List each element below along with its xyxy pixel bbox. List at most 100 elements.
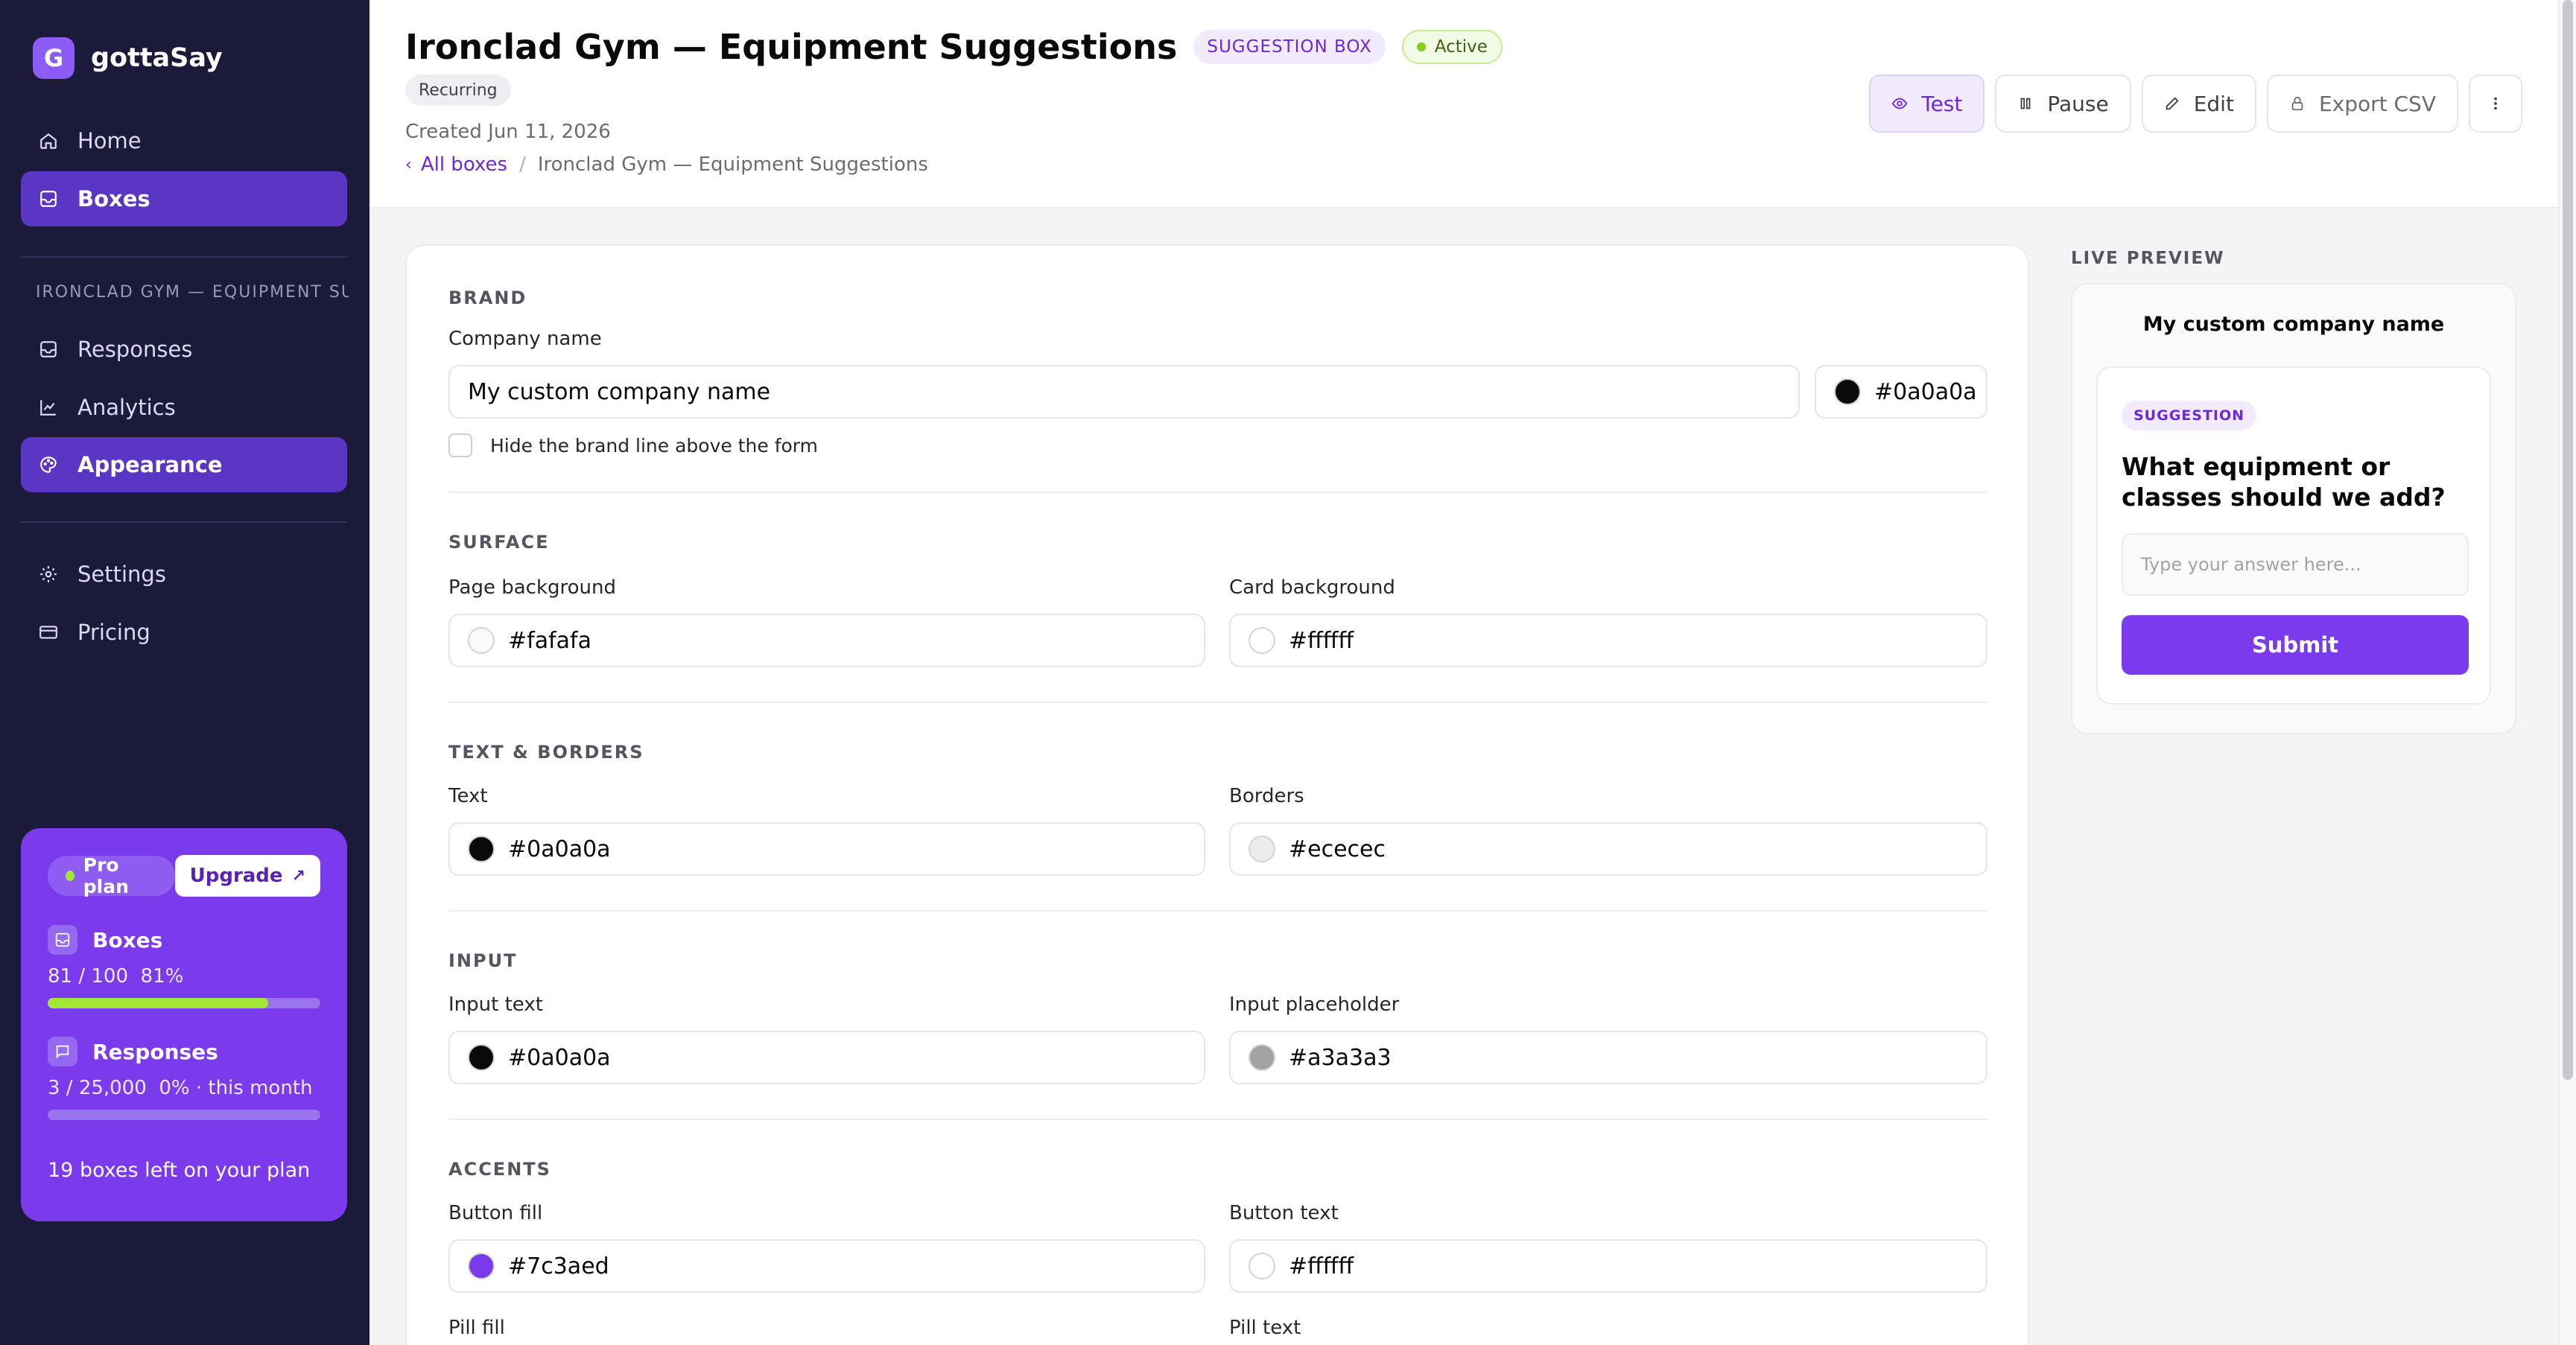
breadcrumb-all-boxes-link[interactable]: ‹ All boxes bbox=[405, 153, 507, 176]
sidebar-item-analytics[interactable]: Analytics bbox=[21, 380, 347, 435]
pause-button[interactable]: Pause bbox=[1995, 74, 2131, 133]
usage-bar bbox=[48, 1110, 320, 1120]
input-placeholder-color-picker[interactable]: #a3a3a3 bbox=[1229, 1031, 1987, 1084]
color-swatch bbox=[1249, 1253, 1275, 1279]
status-dot-icon bbox=[66, 871, 74, 881]
section-brand: BRAND bbox=[448, 287, 527, 308]
sidebar-item-label: Boxes bbox=[77, 186, 150, 212]
color-value: #0a0a0a bbox=[1874, 378, 1977, 405]
chevron-left-icon: ‹ bbox=[405, 155, 412, 174]
color-value: #ececec bbox=[1289, 836, 1386, 862]
app-logo[interactable]: G gottaSay bbox=[33, 37, 223, 79]
preview-card: SUGGESTION What equipment or classes sho… bbox=[2096, 366, 2491, 705]
page-scrollbar[interactable] bbox=[2558, 0, 2576, 1345]
text-color-label: Text bbox=[448, 785, 488, 807]
color-value: #a3a3a3 bbox=[1289, 1044, 1392, 1071]
section-input: INPUT bbox=[448, 950, 518, 971]
page-background-label: Page background bbox=[448, 576, 616, 599]
brand-color-picker[interactable]: #0a0a0a bbox=[1815, 365, 1987, 419]
test-button[interactable]: Test bbox=[1869, 74, 1985, 133]
color-swatch bbox=[468, 836, 495, 862]
borders-color-label: Borders bbox=[1229, 785, 1304, 807]
more-options-button[interactable] bbox=[2469, 74, 2522, 133]
hide-brand-checkbox[interactable] bbox=[448, 433, 472, 457]
message-icon bbox=[48, 1037, 77, 1066]
button-text-color-picker[interactable]: #ffffff bbox=[1229, 1239, 1987, 1293]
created-date: Created Jun 11, 2026 bbox=[405, 121, 611, 143]
card-background-label: Card background bbox=[1229, 576, 1395, 599]
page-title: Ironclad Gym — Equipment Suggestions bbox=[405, 27, 1178, 67]
section-surface: SURFACE bbox=[448, 532, 550, 553]
responses-usage: Responses 3 / 25,000 0% · this month bbox=[48, 1037, 320, 1120]
sidebar-item-boxes[interactable]: Boxes bbox=[21, 171, 347, 226]
arrow-up-right-icon: ↗ bbox=[291, 866, 305, 885]
card-background-picker[interactable]: #ffffff bbox=[1229, 614, 1987, 667]
inbox-icon bbox=[48, 925, 77, 955]
sidebar-item-appearance[interactable]: Appearance bbox=[21, 437, 347, 492]
sidebar-item-home[interactable]: Home bbox=[21, 113, 347, 168]
lock-icon bbox=[2291, 96, 2303, 111]
upgrade-label: Upgrade bbox=[189, 865, 283, 887]
sidebar-item-label: Settings bbox=[77, 562, 166, 587]
color-swatch bbox=[1834, 378, 1861, 405]
sidebar-item-label: Pricing bbox=[77, 620, 150, 645]
color-swatch bbox=[1249, 1044, 1275, 1071]
scrollbar-thumb[interactable] bbox=[2563, 0, 2573, 1080]
borders-color-picker[interactable]: #ececec bbox=[1229, 822, 1987, 876]
export-csv-button[interactable]: Export CSV bbox=[2266, 74, 2458, 133]
preview-submit-button[interactable]: Submit bbox=[2122, 615, 2469, 675]
status-label: Active bbox=[1434, 37, 1488, 57]
sidebar-item-label: Analytics bbox=[77, 395, 176, 420]
pause-label: Pause bbox=[2047, 91, 2109, 116]
hide-brand-label: Hide the brand line above the form bbox=[490, 435, 818, 457]
usage-title: Responses bbox=[92, 1039, 218, 1064]
recurring-badge: Recurring bbox=[405, 74, 511, 106]
usage-count: 3 / 25,000 0% · this month bbox=[48, 1077, 313, 1099]
input-text-label: Input text bbox=[448, 993, 543, 1016]
color-value: #7c3aed bbox=[508, 1253, 609, 1279]
preview-brand: My custom company name bbox=[2142, 313, 2445, 336]
logo-icon: G bbox=[33, 37, 74, 79]
input-text-color-picker[interactable]: #0a0a0a bbox=[448, 1031, 1205, 1084]
preview-pill: SUGGESTION bbox=[2122, 401, 2257, 430]
app-name: gottaSay bbox=[91, 43, 223, 73]
preview-answer-input[interactable]: Type your answer here... bbox=[2122, 533, 2469, 596]
sidebar-divider bbox=[21, 521, 347, 523]
eye-icon bbox=[1891, 98, 1908, 109]
preview-question: What equipment or classes should we add? bbox=[2122, 452, 2446, 512]
sidebar-item-label: Responses bbox=[77, 337, 193, 362]
company-name-value: My custom company name bbox=[468, 378, 771, 405]
status-badge: Active bbox=[1401, 30, 1503, 64]
color-value: #fafafa bbox=[508, 627, 591, 654]
button-fill-label: Button fill bbox=[448, 1202, 543, 1224]
plan-footer: 19 boxes left on your plan bbox=[48, 1159, 311, 1182]
pill-fill-label: Pill fill bbox=[448, 1317, 505, 1339]
usage-count: 81 / 100 81% bbox=[48, 965, 184, 988]
pencil-icon bbox=[2166, 97, 2179, 110]
more-vertical-icon bbox=[2494, 97, 2497, 110]
text-color-picker[interactable]: #0a0a0a bbox=[448, 822, 1205, 876]
sidebar-item-settings[interactable]: Settings bbox=[21, 547, 347, 602]
sidebar: G gottaSay Home Boxes IRONCLAD GYM — EQU… bbox=[0, 0, 369, 1345]
live-preview: My custom company name SUGGESTION What e… bbox=[2071, 283, 2516, 734]
company-name-input[interactable]: My custom company name bbox=[448, 365, 1800, 419]
upgrade-button[interactable]: Upgrade ↗ bbox=[174, 855, 320, 897]
usage-title: Boxes bbox=[92, 927, 163, 953]
page-background-picker[interactable]: #fafafa bbox=[448, 614, 1205, 667]
sidebar-item-pricing[interactable]: Pricing bbox=[21, 605, 347, 660]
plan-name: Pro plan bbox=[83, 854, 129, 897]
section-accents: ACCENTS bbox=[448, 1159, 551, 1180]
edit-button[interactable]: Edit bbox=[2141, 74, 2256, 133]
company-name-label: Company name bbox=[448, 328, 602, 350]
button-text-label: Button text bbox=[1229, 1202, 1339, 1224]
sidebar-item-responses[interactable]: Responses bbox=[21, 322, 347, 377]
section-divider bbox=[448, 702, 1987, 703]
export-label: Export CSV bbox=[2318, 91, 2436, 116]
type-badge: SUGGESTION BOX bbox=[1193, 30, 1386, 64]
button-fill-color-picker[interactable]: #7c3aed bbox=[448, 1239, 1205, 1293]
color-value: #0a0a0a bbox=[508, 1044, 611, 1071]
page-header: Ironclad Gym — Equipment Suggestions SUG… bbox=[369, 0, 2558, 209]
input-placeholder-label: Input placeholder bbox=[1229, 993, 1400, 1016]
color-value: #0a0a0a bbox=[508, 836, 611, 862]
gear-icon bbox=[37, 563, 60, 585]
